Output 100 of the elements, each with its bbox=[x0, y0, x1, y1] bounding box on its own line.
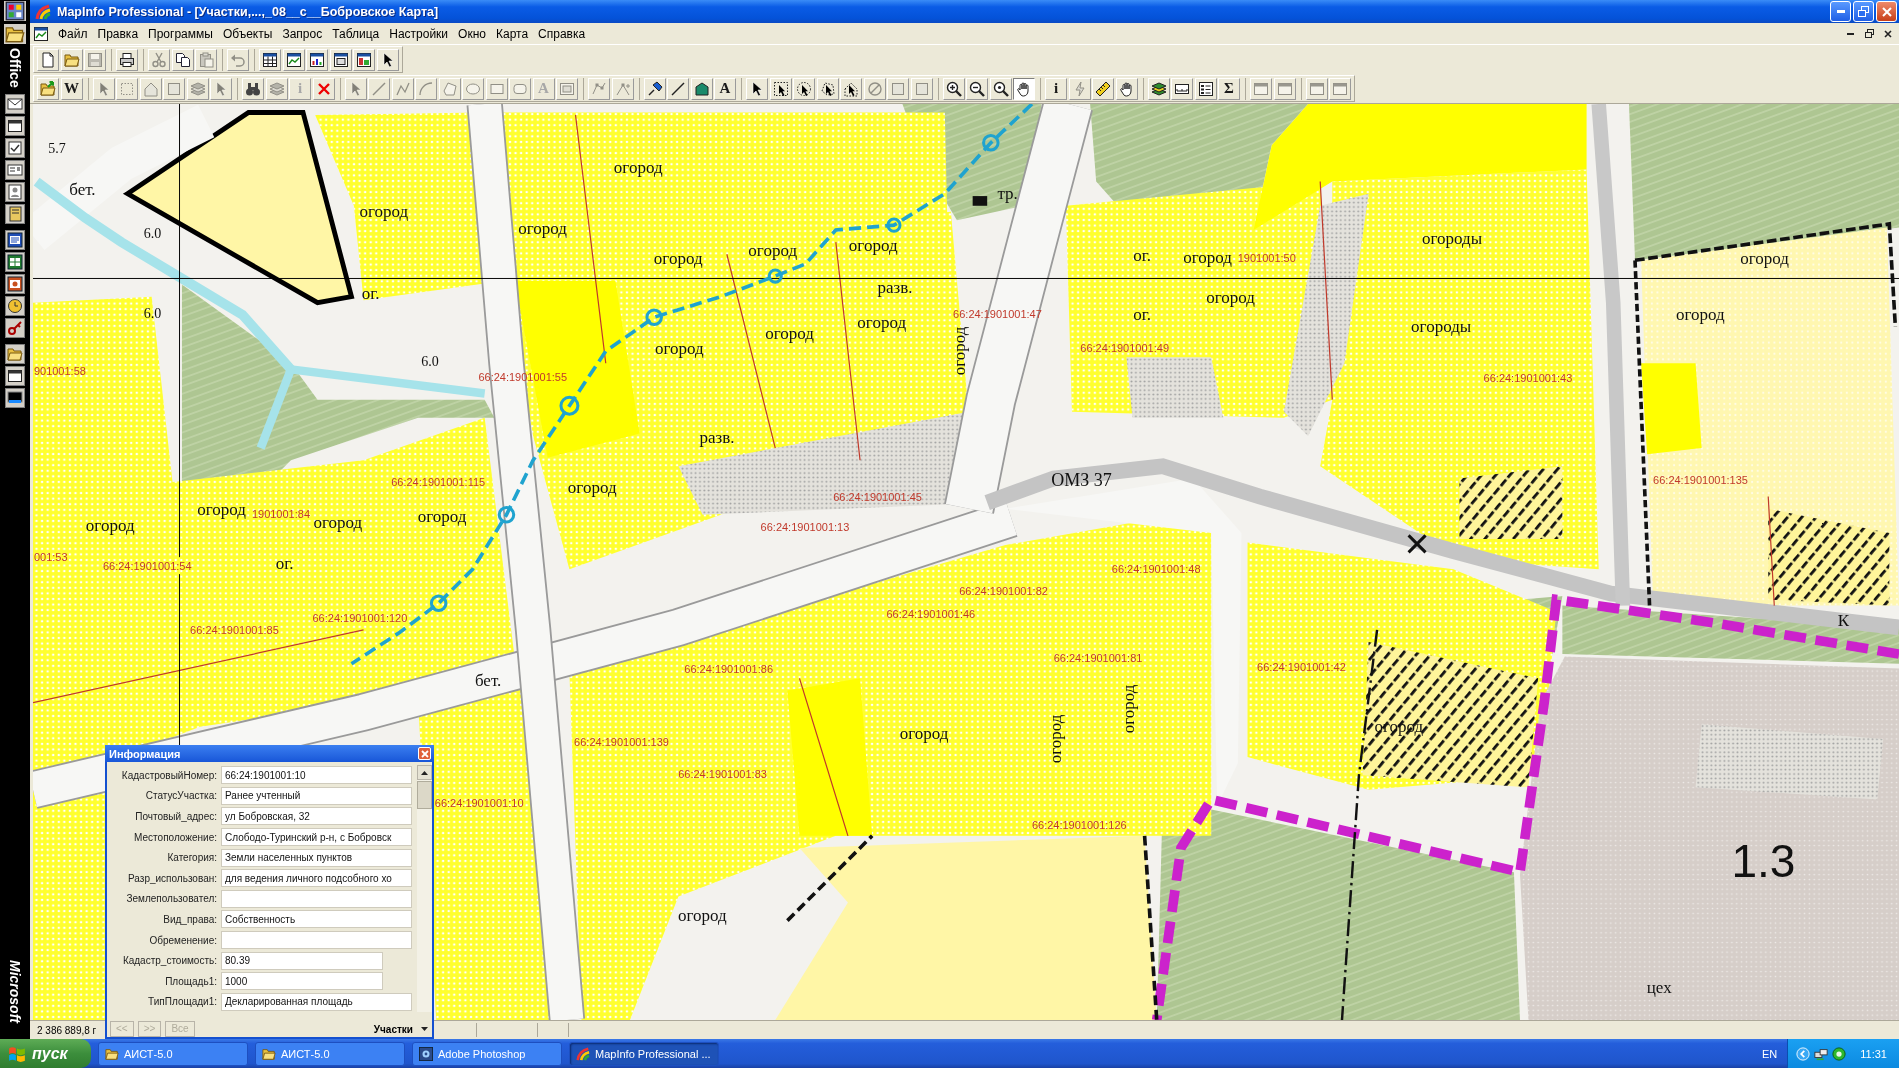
window-icon[interactable] bbox=[5, 115, 25, 136]
marquee-select-icon bbox=[772, 80, 789, 97]
envelope-icon[interactable] bbox=[5, 93, 25, 114]
value-field[interactable]: Собственность bbox=[221, 910, 412, 929]
menu-item[interactable]: Настройки bbox=[384, 26, 454, 41]
map-label: огород bbox=[197, 499, 246, 520]
menu-item[interactable]: Справка bbox=[533, 26, 591, 41]
value-field[interactable]: ул Бобровская, 32 bbox=[221, 807, 412, 826]
toolbar-button[interactable]: i bbox=[1045, 77, 1067, 100]
map-window-icon bbox=[285, 51, 302, 68]
polyline-icon bbox=[394, 80, 411, 97]
spreadsheet-icon[interactable] bbox=[5, 251, 25, 272]
toolbar-button[interactable]: W bbox=[60, 77, 83, 100]
vendor-label: Microsoft bbox=[7, 960, 23, 1023]
map-label: огород bbox=[950, 326, 971, 376]
taskbar-button[interactable]: Adobe Photoshop bbox=[412, 1041, 562, 1066]
arc-icon bbox=[418, 80, 434, 97]
printer-icon bbox=[119, 51, 135, 68]
parcel-number-label: 901001:58 bbox=[33, 364, 86, 377]
card-icon[interactable] bbox=[5, 159, 25, 180]
document-icon[interactable] bbox=[5, 229, 25, 250]
presentation-icon[interactable] bbox=[5, 273, 25, 294]
checkbox-icon[interactable] bbox=[5, 137, 25, 158]
map-label: огород bbox=[613, 158, 663, 179]
circle-slash-icon bbox=[866, 80, 883, 97]
start-button[interactable]: пуск bbox=[0, 1039, 91, 1068]
value-field[interactable] bbox=[221, 931, 412, 950]
menu-item[interactable]: Файл bbox=[53, 26, 93, 41]
network-icon[interactable] bbox=[1814, 1046, 1829, 1061]
boundary-select-icon bbox=[843, 80, 859, 97]
chart-window-icon bbox=[309, 51, 325, 68]
key-icon[interactable] bbox=[5, 317, 25, 338]
toolbar-button[interactable]: Σ bbox=[1218, 77, 1240, 100]
field-label: Разр_использован: bbox=[127, 872, 217, 884]
coordinates-text: 2 386 889,8 г bbox=[37, 1024, 97, 1036]
monitor-icon[interactable] bbox=[5, 387, 25, 408]
value-field[interactable]: Ранее учтенный bbox=[221, 786, 412, 805]
toolbar-button[interactable] bbox=[1013, 77, 1035, 100]
frame-icon bbox=[559, 80, 575, 97]
folder-icon bbox=[105, 1046, 119, 1061]
parcel-number-label: 66:24:1901001:83 bbox=[678, 767, 767, 780]
folder-icon[interactable] bbox=[5, 343, 25, 364]
polygon-select-icon bbox=[819, 80, 836, 97]
caret-up-icon bbox=[421, 770, 428, 775]
value-field[interactable] bbox=[221, 889, 412, 908]
field-label: Почтовый_адрес: bbox=[134, 811, 217, 822]
folder-icon bbox=[262, 1046, 276, 1061]
toolbar-button[interactable]: A bbox=[714, 77, 736, 100]
map-label: огород bbox=[1206, 287, 1255, 308]
document-icon[interactable] bbox=[33, 25, 49, 42]
office-label: Office bbox=[7, 48, 23, 88]
status-icon[interactable] bbox=[1832, 1046, 1847, 1061]
scissors-icon bbox=[151, 51, 167, 68]
field-label: Местоположение: bbox=[133, 831, 217, 843]
scroll-up-button[interactable] bbox=[417, 765, 432, 780]
folder-arrow-icon bbox=[40, 80, 56, 97]
language-indicator[interactable]: EN bbox=[1762, 1047, 1778, 1060]
menu-item[interactable]: Таблица bbox=[327, 26, 385, 41]
value-field[interactable]: 66:24:1901001:10 bbox=[221, 766, 412, 785]
app-icon bbox=[419, 1046, 433, 1061]
notebook-icon[interactable] bbox=[5, 203, 25, 224]
contact-card-icon[interactable] bbox=[5, 181, 25, 202]
menu-item[interactable]: Окно bbox=[453, 26, 491, 41]
map-label: огород bbox=[313, 513, 363, 534]
field-label: СтатусУчастка: bbox=[144, 790, 217, 802]
value-field[interactable]: 80.39 bbox=[221, 951, 383, 970]
taskbar-button[interactable]: MapInfo Professional ... bbox=[569, 1041, 719, 1066]
taskbar-button[interactable]: АИСТ-5.0 bbox=[255, 1041, 405, 1066]
clock-icon[interactable] bbox=[5, 295, 25, 316]
scrollbar[interactable] bbox=[417, 765, 432, 1013]
hand-icon bbox=[1118, 80, 1135, 97]
window-icon[interactable] bbox=[5, 365, 25, 386]
map-label: тр. bbox=[997, 183, 1018, 204]
parcel-number-label: 66:24:1901001:81 bbox=[1053, 651, 1143, 664]
folder-icon bbox=[63, 51, 80, 68]
menu-item[interactable]: Правка bbox=[92, 26, 144, 41]
value-field[interactable]: для ведения личного подсобного хо bbox=[221, 869, 412, 888]
parcel-number-label: 66:24:1901001:43 bbox=[1483, 371, 1573, 384]
value-field[interactable]: Земли населенных пунктов bbox=[221, 848, 412, 867]
layer-dropdown[interactable]: Участки bbox=[371, 1021, 430, 1037]
menu-item[interactable]: Запрос bbox=[277, 26, 328, 41]
value-field[interactable]: 1000 bbox=[221, 972, 383, 991]
menu-item[interactable]: Карта bbox=[490, 26, 534, 41]
map-label: К bbox=[1837, 611, 1849, 632]
taskbar-button[interactable]: АИСТ-5.0 bbox=[98, 1041, 248, 1066]
map-label: ОМЗ 37 bbox=[1051, 469, 1112, 491]
parcel-number-label: 66:24:1901001:120 bbox=[312, 611, 408, 624]
menu-item[interactable]: Программы bbox=[143, 26, 218, 41]
close-icon bbox=[1881, 6, 1892, 17]
field-label: Обременение: bbox=[148, 934, 217, 946]
value-field[interactable]: Декларированная площадь bbox=[221, 992, 412, 1011]
scroll-thumb[interactable] bbox=[417, 781, 432, 809]
menu-item[interactable]: Объекты bbox=[217, 26, 278, 41]
app-menu-icon[interactable] bbox=[4, 1, 26, 21]
radius-select-icon bbox=[796, 80, 812, 97]
map-label: ог. bbox=[1133, 245, 1151, 266]
value-field[interactable]: Слободо-Туринский р-н, с Бобровск bbox=[221, 828, 412, 847]
close-icon bbox=[420, 749, 429, 758]
map-label: 6.0 bbox=[143, 225, 162, 242]
parcel-number-label: 1901001:84 bbox=[251, 507, 310, 520]
